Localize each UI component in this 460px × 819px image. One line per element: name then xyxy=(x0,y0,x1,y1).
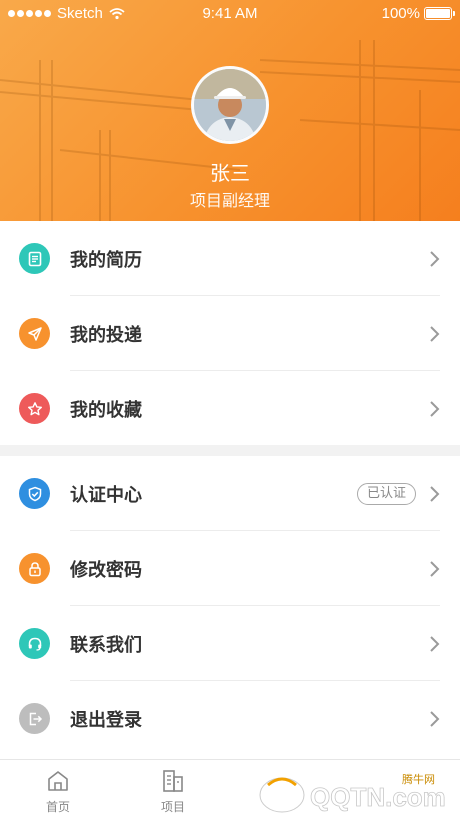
menu-group-personal: 我的简历 我的投递 我的收藏 xyxy=(0,221,460,445)
menu-item-change-password[interactable]: 修改密码 xyxy=(0,531,460,606)
home-icon xyxy=(48,771,68,791)
menu-label: 我的简历 xyxy=(70,249,142,271)
menu-item-contact-us[interactable]: 联系我们 xyxy=(0,606,460,681)
chevron-right-icon xyxy=(430,250,440,267)
tab-label: 首页 xyxy=(45,800,70,814)
chevron-right-icon xyxy=(430,635,440,652)
building-icon xyxy=(163,770,183,792)
menu-group-account: 认证中心 已认证 修改密码 联系我们 退出登录 xyxy=(0,456,460,759)
menu-item-applications[interactable]: 我的投递 xyxy=(0,296,460,371)
headset-icon xyxy=(19,628,50,659)
shield-icon xyxy=(19,478,50,509)
chevron-right-icon xyxy=(430,325,440,342)
tab-bar: 首页 项目 QQTN.com 腾牛网 xyxy=(0,759,460,819)
star-icon xyxy=(19,393,50,424)
status-bar: Sketch 9:41 AM 100% xyxy=(0,0,460,28)
tab-projects[interactable]: 项目 xyxy=(133,768,213,815)
menu-label: 修改密码 xyxy=(70,559,142,581)
avatar-image xyxy=(194,69,266,141)
chevron-right-icon xyxy=(430,485,440,502)
chevron-right-icon xyxy=(430,400,440,417)
tab-home[interactable]: 首页 xyxy=(18,768,98,815)
user-role: 项目副经理 xyxy=(189,191,270,210)
profile-header: Sketch 9:41 AM 100% 张三 项目副经理 xyxy=(0,0,460,221)
verified-badge: 已认证 xyxy=(356,482,416,505)
menu-label: 联系我们 xyxy=(70,634,142,656)
menu-label: 我的投递 xyxy=(70,324,142,346)
chevron-right-icon xyxy=(430,560,440,577)
resume-icon xyxy=(19,243,50,274)
menu-item-favorites[interactable]: 我的收藏 xyxy=(0,371,460,446)
watermark-text: QQTN.com xyxy=(310,782,446,812)
watermark-logo: QQTN.com 腾牛网 xyxy=(259,772,446,813)
battery-icon xyxy=(424,7,455,20)
menu-item-resume[interactable]: 我的简历 xyxy=(0,221,460,296)
watermark-subtext: 腾牛网 xyxy=(402,772,435,786)
menu-item-verification[interactable]: 认证中心 已认证 xyxy=(0,456,460,531)
menu-label: 我的收藏 xyxy=(70,399,142,421)
paper-plane-icon xyxy=(19,318,50,349)
battery-percent: 100% xyxy=(381,5,420,22)
menu-label: 认证中心 xyxy=(70,484,142,506)
menu-item-logout[interactable]: 退出登录 xyxy=(0,681,460,756)
menu-label: 退出登录 xyxy=(70,709,142,731)
lock-icon xyxy=(19,553,50,584)
logout-icon xyxy=(19,703,50,734)
user-name: 张三 xyxy=(210,161,250,185)
avatar[interactable] xyxy=(191,66,269,144)
tab-label: 项目 xyxy=(160,800,185,814)
chevron-right-icon xyxy=(430,710,440,727)
